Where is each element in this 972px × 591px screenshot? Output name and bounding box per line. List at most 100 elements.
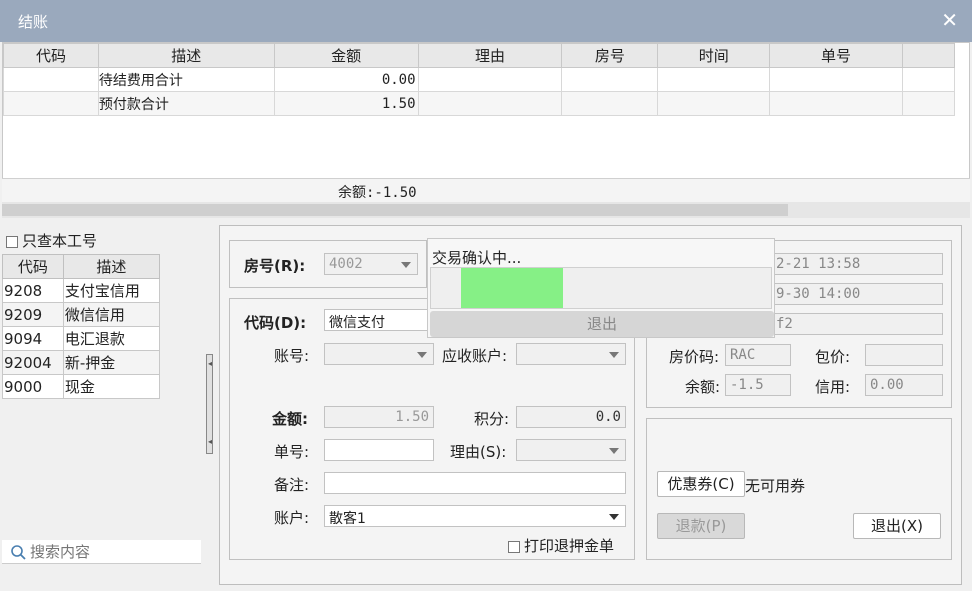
- list-item[interactable]: 9094 电汇退款: [2, 326, 161, 351]
- room-select[interactable]: 4002: [324, 253, 418, 275]
- code-input[interactable]: 微信支付: [324, 309, 430, 331]
- search-box[interactable]: [2, 540, 201, 564]
- item-code: 9208: [2, 278, 64, 303]
- col-header-code[interactable]: 代码: [3, 43, 99, 68]
- checkbox-icon[interactable]: [508, 540, 520, 553]
- col-header-amount[interactable]: 金额: [273, 43, 419, 68]
- cell-code: [3, 67, 99, 92]
- col-header-reason[interactable]: 理由: [417, 43, 563, 68]
- chevron-down-icon: [609, 448, 619, 454]
- print-refund-label: 打印退押金单: [524, 537, 615, 555]
- account-label: 账号:: [274, 347, 310, 365]
- actions-box: 优惠券(C) 无可用券 退款(P) 退出(X): [646, 418, 952, 560]
- credit-field: 0.00: [865, 374, 943, 396]
- ar-account-select[interactable]: [516, 343, 626, 365]
- cell-amount: 1.50: [273, 91, 419, 116]
- order-no-label: 单号:: [274, 443, 310, 461]
- col-header-desc[interactable]: 描述: [97, 43, 275, 68]
- popup-message: 交易确认中...: [432, 249, 522, 267]
- table-row[interactable]: 待结费用合计 0.00: [3, 67, 956, 92]
- reason-label: 理由(S):: [450, 443, 507, 461]
- search-input[interactable]: [30, 541, 198, 563]
- scrollbar-thumb[interactable]: [2, 204, 788, 216]
- progress-bar: [430, 267, 772, 309]
- print-refund-checkbox[interactable]: 打印退押金单: [508, 535, 614, 556]
- payment-code-list: 代码 描述 9208 支付宝信用 9209 微信信用 9094 电汇退款 92004 新…: [2, 254, 161, 399]
- item-desc: 支付宝信用: [62, 278, 161, 303]
- room-info-field: f2: [771, 313, 943, 335]
- checkbox-label: 只查本工号: [22, 232, 98, 250]
- cell-code: [3, 91, 99, 116]
- acct-value: 散客1: [329, 511, 366, 527]
- rate-code-field: RAC: [725, 344, 791, 366]
- amount-value: 1.50: [395, 409, 429, 425]
- order-no-input[interactable]: [324, 439, 434, 461]
- cell-amount: 0.00: [273, 67, 419, 92]
- close-icon[interactable]: ✕: [941, 8, 958, 32]
- coupon-button[interactable]: 优惠券(C): [657, 471, 745, 497]
- acct-label: 账户:: [274, 509, 310, 527]
- balance-summary: 余额:-1.50: [338, 185, 417, 201]
- checkbox-icon[interactable]: [6, 235, 18, 248]
- progress-fill: [461, 268, 563, 308]
- room-box: 房号(R): 4002: [229, 240, 427, 288]
- code-label: 代码(D):: [244, 314, 307, 332]
- item-desc: 微信信用: [62, 302, 161, 327]
- arrival-time-field: 2-21 13:58: [771, 253, 943, 275]
- left-panel: 只查本工号 代码 描述 9208 支付宝信用 9209 微信信用 9094 电汇退款 …: [0, 222, 210, 591]
- list-item[interactable]: 9209 微信信用: [2, 302, 161, 327]
- splitter-arrow-icon: ◂: [208, 359, 213, 368]
- col-header-time[interactable]: 时间: [657, 43, 771, 68]
- list-item[interactable]: 9000 现金: [2, 374, 161, 399]
- search-icon: [11, 545, 26, 560]
- col-header-desc[interactable]: 描述: [62, 254, 161, 279]
- balance-label: 余额:: [685, 378, 721, 396]
- amount-label: 金额:: [272, 410, 308, 428]
- room-label: 房号(R):: [244, 257, 306, 275]
- col-header-room[interactable]: 房号: [561, 43, 659, 68]
- title-bar: 结账 ✕: [0, 0, 972, 42]
- window-title: 结账: [18, 13, 49, 31]
- chevron-down-icon: [609, 514, 619, 520]
- departure-time-field: 9-30 14:00: [771, 283, 943, 305]
- remark-label: 备注:: [274, 476, 310, 494]
- item-desc: 电汇退款: [62, 326, 161, 351]
- exit-button[interactable]: 退出(X): [853, 513, 941, 539]
- credit-label: 信用:: [815, 378, 851, 396]
- grid-summary: 余额:-1.50: [2, 178, 970, 202]
- table-row[interactable]: 预付款合计 1.50: [3, 91, 956, 116]
- panel-splitter[interactable]: ◂ ◂: [206, 354, 213, 454]
- col-header-order[interactable]: 单号: [769, 43, 903, 68]
- list-item[interactable]: 9208 支付宝信用: [2, 278, 161, 303]
- popup-exit-button[interactable]: 退出: [430, 311, 774, 337]
- room-value: 4002: [329, 256, 363, 272]
- horizontal-scrollbar[interactable]: [2, 202, 970, 218]
- package-field: [865, 344, 943, 366]
- item-desc: 现金: [62, 374, 161, 399]
- points-value: 0.0: [595, 409, 621, 425]
- only-this-shift-checkbox[interactable]: 只查本工号: [6, 230, 97, 251]
- points-input[interactable]: 0.0: [516, 406, 626, 428]
- rate-code-label: 房价码:: [669, 348, 720, 366]
- cell-desc: 待结费用合计: [97, 67, 275, 92]
- refund-button[interactable]: 退款(P): [657, 513, 745, 539]
- item-code: 9000: [2, 374, 64, 399]
- coupon-status: 无可用券: [745, 477, 806, 495]
- reason-select[interactable]: [516, 439, 626, 461]
- chevron-down-icon: [401, 262, 411, 268]
- chevron-down-icon: [609, 352, 619, 358]
- splitter-arrow-icon: ◂: [208, 437, 213, 446]
- package-label: 包价:: [815, 348, 851, 366]
- amount-input[interactable]: 1.50: [324, 406, 434, 428]
- balance-field: -1.5: [725, 374, 791, 396]
- list-item[interactable]: 92004 新-押金: [2, 350, 161, 375]
- col-header-blank: [901, 43, 956, 68]
- item-desc: 新-押金: [62, 350, 161, 375]
- account-select[interactable]: [324, 343, 434, 365]
- remark-input[interactable]: [324, 472, 626, 494]
- acct-select[interactable]: 散客1: [324, 505, 626, 527]
- cell-desc: 预付款合计: [97, 91, 275, 116]
- transaction-confirm-popup: 交易确认中... 退出: [427, 238, 775, 338]
- code-value: 微信支付: [329, 315, 385, 331]
- col-header-code[interactable]: 代码: [2, 254, 64, 279]
